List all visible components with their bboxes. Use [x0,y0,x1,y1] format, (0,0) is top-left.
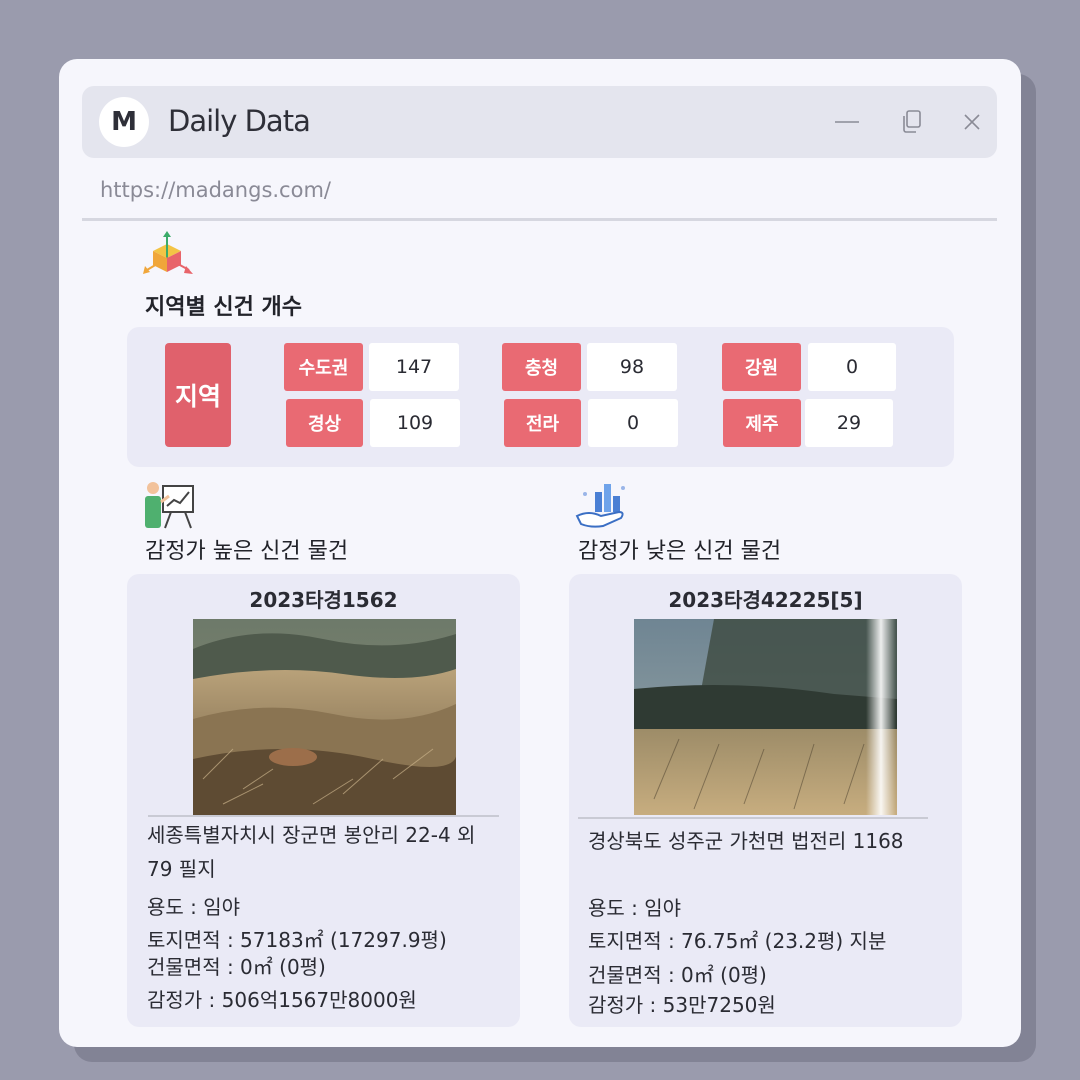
high-item-card[interactable]: 2023타경1562 세종특별자치시 장군면 봉안리 22-4 외 79 필지 … [127,574,520,1027]
low-appraisal-price: 감정가 : 53만7250원 [588,993,776,1017]
low-photo-divider [578,817,928,819]
header-divider [82,218,997,221]
region-main-label: 지역 [165,343,231,447]
region-count-jeolla: 0 [588,399,678,447]
low-section-title: 감정가 낮은 신건 물건 [578,539,782,564]
high-usage: 용도 : 임야 [147,895,241,919]
high-section-title: 감정가 높은 신건 물건 [145,539,349,564]
high-case-number[interactable]: 2023타경1562 [127,584,520,613]
low-address: 경상북도 성주군 가천면 법전리 1168 [588,829,904,853]
region-count-jeju: 29 [805,399,893,447]
region-count-panel: 지역 수도권 147 충청 98 강원 0 경상 109 전라 0 제주 29 [127,327,954,467]
region-count-sudogwon: 147 [369,343,459,391]
region-count-gangwon: 0 [808,343,896,391]
close-button[interactable] [956,106,988,138]
region-count-gyeongsang: 109 [370,399,460,447]
high-appraisal-price: 감정가 : 506억1567만8000원 [147,988,417,1012]
high-item-photo [193,619,456,815]
presentation-chart-icon [145,482,194,529]
hand-chart-icon [575,484,625,528]
app-logo: M [99,97,149,147]
url-text[interactable]: https://madangs.com/ [100,178,331,202]
region-label-jeolla: 전라 [504,399,581,447]
close-icon [964,114,980,130]
region-label-gangwon: 강원 [722,343,801,391]
region-label-chungcheong: 충청 [502,343,581,391]
high-photo-divider [148,815,499,817]
low-item-photo [634,619,897,815]
low-usage: 용도 : 임야 [588,896,682,920]
region-label-jeju: 제주 [723,399,801,447]
app-title: Daily Data [168,104,311,138]
restore-button[interactable] [896,106,928,138]
low-building-area: 건물면적 : 0㎡ (0평) [588,963,767,987]
region-count-chungcheong: 98 [587,343,677,391]
region-label-sudogwon: 수도권 [284,343,363,391]
minimize-icon [835,121,859,123]
title-bar[interactable]: M Daily Data [82,86,997,158]
low-case-number[interactable]: 2023타경42225[5] [569,584,962,613]
region-label-gyeongsang: 경상 [286,399,363,447]
low-land-area: 토지면적 : 76.75㎡ (23.2평) 지분 [588,929,887,953]
app-window: M Daily Data https://madangs.com/ 지역별 신건… [59,59,1021,1047]
region-cube-icon [143,231,193,274]
high-address: 세종특별자치시 장군면 봉안리 22-4 외 79 필지 [147,823,476,881]
high-land-area: 토지면적 : 57183㎡ (17297.9평) [147,928,447,952]
restore-icon [903,110,921,133]
high-building-area: 건물면적 : 0㎡ (0평) [147,955,326,979]
low-item-card[interactable]: 2023타경42225[5] 경상북도 성주군 가천면 법전리 1168 용도 … [569,574,962,1027]
region-section-title: 지역별 신건 개수 [145,295,302,320]
minimize-button[interactable] [831,106,863,138]
